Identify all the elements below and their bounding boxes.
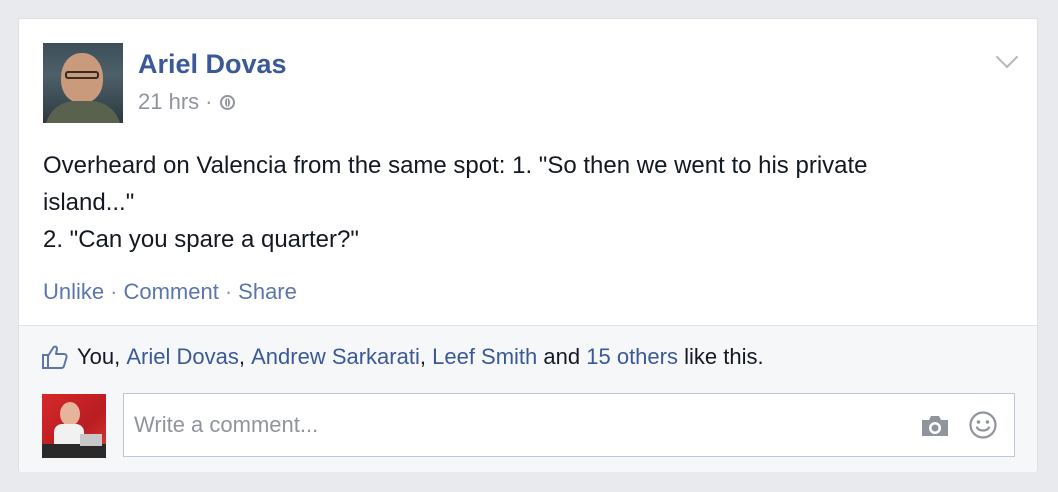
commenter-avatar[interactable] <box>42 394 106 458</box>
post-text-line: 2. "Can you spare a quarter?" <box>43 226 359 253</box>
likes-summary: You, Ariel Dovas, Andrew Sarkarati, Leef… <box>41 344 764 370</box>
commenter-desk <box>42 444 106 458</box>
post-text-line: Overheard on Valencia from the same spot… <box>43 152 868 179</box>
comment-box <box>123 393 1015 457</box>
commenter-laptop <box>80 434 102 446</box>
avatar-shirt <box>45 101 121 123</box>
author-name[interactable]: Ariel Dovas <box>138 49 287 80</box>
post-timestamp[interactable]: 21 hrs <box>138 89 199 115</box>
liker-link[interactable]: Leef Smith <box>432 344 537 370</box>
likes-comma: , <box>114 344 121 369</box>
author-avatar[interactable] <box>43 43 123 123</box>
avatar-glasses <box>65 71 99 79</box>
post-footer: You, Ariel Dovas, Andrew Sarkarati, Leef… <box>19 325 1037 472</box>
likes-comma: , <box>238 344 245 369</box>
thumbs-up-icon[interactable] <box>41 344 69 370</box>
comment-link[interactable]: Comment <box>123 279 218 304</box>
post-card: Ariel Dovas 21 hrs · Overheard on Valenc… <box>18 18 1038 472</box>
likes-you: You <box>77 344 115 369</box>
action-separator: · <box>224 279 233 304</box>
likes-comma: , <box>419 344 426 369</box>
meta-separator: · <box>205 89 213 114</box>
chevron-down-icon[interactable] <box>995 45 1019 69</box>
commenter-face <box>60 402 80 426</box>
likes-suffix: like this. <box>684 344 764 369</box>
smiley-icon[interactable] <box>968 410 998 440</box>
likes-and: and <box>543 344 581 369</box>
camera-icon[interactable] <box>920 414 950 438</box>
action-separator: · <box>110 279 118 304</box>
post-body: Overheard on Valencia from the same spot… <box>43 147 1018 258</box>
likes-others-link[interactable]: 15 others <box>586 344 678 370</box>
post-text-line: island..." <box>43 189 135 216</box>
comment-input[interactable] <box>124 394 884 456</box>
post-meta: 21 hrs · <box>138 89 236 115</box>
share-link[interactable]: Share <box>238 279 297 304</box>
post-actions: Unlike · Comment · Share <box>43 279 297 305</box>
liker-link[interactable]: Andrew Sarkarati <box>251 344 420 370</box>
liker-link[interactable]: Ariel Dovas <box>126 344 238 370</box>
unlike-link[interactable]: Unlike <box>43 279 104 304</box>
globe-icon[interactable] <box>220 94 236 110</box>
